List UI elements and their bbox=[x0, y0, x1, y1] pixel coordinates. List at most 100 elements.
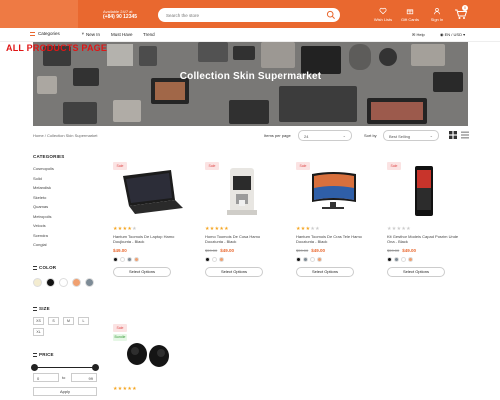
size-option[interactable]: S bbox=[48, 317, 59, 325]
hero-overlay bbox=[33, 42, 468, 126]
category-item[interactable]: Cosmopolis bbox=[33, 166, 54, 171]
color-dot[interactable] bbox=[205, 257, 210, 262]
product-image[interactable]: Sale bbox=[205, 162, 279, 224]
sale-badge: Sale bbox=[387, 162, 401, 170]
bundle-badge: Bundle bbox=[113, 334, 127, 341]
product-card[interactable]: Sale ★★★★★ Homo Toomois De Cosa Hamo Doo… bbox=[205, 162, 279, 277]
help-link[interactable]: ✉ Help bbox=[412, 32, 425, 37]
search-icon[interactable] bbox=[326, 10, 336, 20]
product-name[interactable]: Hantum Toomois De Laptop Hamo Doujkunta … bbox=[113, 234, 187, 244]
laptop-image bbox=[123, 170, 183, 214]
select-options-button[interactable]: Select Options bbox=[205, 267, 263, 277]
items-per-page-select[interactable]: 24 ⌄ bbox=[298, 130, 352, 141]
nav-item-must-have[interactable]: Must Have bbox=[111, 32, 133, 37]
category-item[interactable]: Quamas bbox=[33, 204, 48, 209]
list-view-icon[interactable] bbox=[461, 131, 469, 139]
color-swatch[interactable] bbox=[46, 278, 55, 287]
color-swatch[interactable] bbox=[33, 278, 42, 287]
rating-stars: ★★★★★ bbox=[113, 226, 187, 232]
nav-item-new-in[interactable]: New In bbox=[86, 32, 100, 37]
product-image[interactable]: Sale bbox=[113, 162, 187, 224]
product-image[interactable]: Sale Bundle bbox=[113, 324, 187, 386]
categories-menu-button[interactable]: Categories ▾ bbox=[30, 31, 84, 37]
size-option[interactable]: L bbox=[78, 317, 89, 325]
category-item[interactable]: Congial bbox=[33, 242, 47, 247]
product-card[interactable]: Sale Bundle ★★★★★ bbox=[113, 324, 187, 392]
help-icon: ✉ bbox=[412, 32, 416, 37]
color-dot[interactable] bbox=[212, 257, 217, 262]
product-card[interactable]: Sale ★★★★★ Kit Gesthor Modeis Capad Posr… bbox=[387, 162, 461, 277]
star-icon: ★★★★★ bbox=[113, 386, 137, 392]
star-icon: ★★★★ bbox=[113, 226, 133, 232]
color-swatch[interactable] bbox=[72, 278, 81, 287]
product-price: $49.00 bbox=[113, 248, 187, 254]
price-current: $49.00 bbox=[402, 248, 416, 253]
size-heading: SIZE bbox=[33, 306, 50, 311]
gift-cards-link[interactable]: Gift Cards bbox=[400, 7, 420, 22]
color-dot[interactable] bbox=[120, 257, 125, 262]
product-card[interactable]: Sale ★★★★★ Hantum Toomois De Cras Tele H… bbox=[296, 162, 370, 277]
size-option[interactable]: XL bbox=[33, 328, 44, 336]
color-dot[interactable] bbox=[317, 257, 322, 262]
color-dot[interactable] bbox=[401, 257, 406, 262]
category-item[interactable]: Scendra bbox=[33, 233, 48, 238]
color-dot[interactable] bbox=[113, 257, 118, 262]
hero-title: Collection Skin Supermarket bbox=[179, 71, 322, 82]
color-dot[interactable] bbox=[387, 257, 392, 262]
color-dot[interactable] bbox=[296, 257, 301, 262]
product-image[interactable]: Sale bbox=[296, 162, 370, 224]
star-icon: ★★★★★ bbox=[205, 226, 229, 232]
category-item[interactable]: Solid bbox=[33, 176, 42, 181]
wishlist-link[interactable]: Wish Lists bbox=[373, 7, 393, 22]
store-logo[interactable] bbox=[0, 0, 78, 28]
product-name[interactable]: Hantum Toomois De Cras Tele Hamo Dooziun… bbox=[296, 234, 370, 244]
select-options-button[interactable]: Select Options bbox=[296, 267, 354, 277]
product-image[interactable]: Sale bbox=[387, 162, 461, 224]
product-name[interactable]: Homo Toomois De Cosa Hamo Dooziunta - Bl… bbox=[205, 234, 279, 244]
gift-cards-label: Gift Cards bbox=[400, 17, 419, 22]
grid-view-icon[interactable] bbox=[449, 131, 457, 139]
menu-icon bbox=[30, 31, 35, 36]
color-dot[interactable] bbox=[303, 257, 308, 262]
sale-badge: Sale bbox=[113, 324, 127, 332]
color-swatch[interactable] bbox=[85, 278, 94, 287]
breadcrumb[interactable]: Home / Collection Skin Supermarket bbox=[33, 133, 97, 138]
hotline-number[interactable]: (+84) 90 12345 bbox=[103, 14, 137, 20]
color-dot[interactable] bbox=[219, 257, 224, 262]
hotline-label: Available 24/7 at bbox=[103, 9, 133, 14]
price-original: $59.00 bbox=[296, 248, 309, 253]
category-item[interactable]: Skeleto bbox=[33, 195, 46, 200]
color-dot[interactable] bbox=[134, 257, 139, 262]
size-option[interactable]: XS bbox=[33, 317, 44, 325]
category-item[interactable]: Velocis bbox=[33, 223, 46, 228]
price-max-input[interactable]: 99 bbox=[71, 373, 97, 382]
sign-in-link[interactable]: Sign In bbox=[427, 7, 447, 22]
color-dot[interactable] bbox=[394, 257, 399, 262]
locale-label: EN / USD bbox=[444, 32, 462, 37]
apply-price-button[interactable]: Apply bbox=[33, 387, 97, 396]
sort-by-select[interactable]: Best Selling ⌄ bbox=[383, 130, 439, 141]
category-item[interactable]: Metropolis bbox=[33, 214, 51, 219]
price-slider-track[interactable] bbox=[33, 367, 97, 368]
price-slider-min-handle[interactable] bbox=[31, 364, 38, 371]
locale-selector[interactable]: ◉ EN / USD ▾ bbox=[440, 32, 465, 37]
hero-banner: Collection Skin Supermarket bbox=[33, 42, 468, 126]
nav-item-trend[interactable]: Trend bbox=[143, 32, 155, 37]
price-slider-max-handle[interactable] bbox=[92, 364, 99, 371]
select-options-button[interactable]: Select Options bbox=[387, 267, 445, 277]
product-card[interactable]: Sale ★★★★★ Hantum Toomois De Laptop Hamo… bbox=[113, 162, 187, 277]
color-dot[interactable] bbox=[127, 257, 132, 262]
cart-button[interactable]: 0 bbox=[454, 5, 468, 21]
product-name[interactable]: Kit Gesthor Modeis Capad Posrim Unde Ona… bbox=[387, 234, 461, 244]
select-options-button[interactable]: Select Options bbox=[113, 267, 171, 277]
main-nav: Categories ▾ New In Must Have Trend ✉ Hel… bbox=[0, 28, 500, 42]
color-dot[interactable] bbox=[310, 257, 315, 262]
category-item[interactable]: Melandisk bbox=[33, 185, 51, 190]
price-min-input[interactable]: 0 bbox=[33, 373, 59, 382]
size-option[interactable]: M bbox=[63, 317, 74, 325]
categories-heading: CATEGORIES bbox=[33, 154, 65, 159]
color-heading: COLOR bbox=[33, 265, 56, 270]
color-dot[interactable] bbox=[408, 257, 413, 262]
search-input[interactable] bbox=[166, 11, 326, 19]
color-swatch[interactable] bbox=[59, 278, 68, 287]
